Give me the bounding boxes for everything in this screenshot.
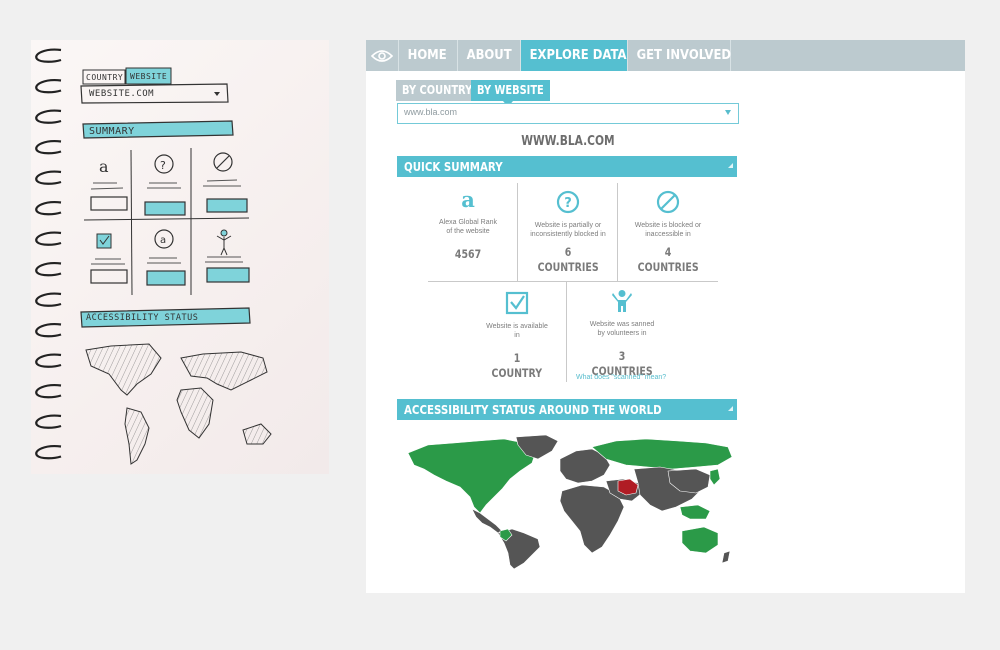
- site-title: WWW.BLA.COM: [397, 133, 739, 149]
- blocked-circle-icon: [656, 190, 680, 214]
- summary-desc: in: [514, 332, 520, 339]
- tab-by-website-label: BY WEBSITE: [477, 83, 544, 97]
- summary-desc: Website is partially or: [534, 222, 602, 229]
- summary-value-text: 4: [664, 245, 672, 259]
- sketch-notebook: a ? a COUNTRY WEBSITE WEBSITE.COM SUMMAR…: [31, 40, 329, 474]
- map-region-central-america: [471, 508, 503, 534]
- volunteer-person-icon: [612, 290, 632, 312]
- website-select-value: www.bla.com: [404, 107, 458, 117]
- sketch-input-value: WEBSITE.COM: [89, 89, 155, 99]
- sketch-summary-label: SUMMARY: [89, 126, 135, 137]
- summary-value-text: 3: [618, 349, 626, 363]
- spiral-ring: [35, 323, 62, 338]
- svg-text:a: a: [99, 157, 109, 176]
- summary-partially-blocked: ? Website is partially or inconsistently…: [518, 190, 618, 275]
- summary-unit: COUNTRIES: [618, 260, 718, 275]
- summary-desc: inconsistently blocked in: [530, 231, 606, 238]
- summary-desc: by volunteers in: [597, 330, 647, 337]
- summary-desc: inaccessible in: [645, 231, 691, 238]
- spiral-ring: [35, 109, 62, 124]
- spiral-ring: [35, 231, 62, 246]
- map-region-north-america: [407, 438, 537, 514]
- spiral-ring: [35, 353, 62, 368]
- summary-unit-text: COUNTRY: [491, 366, 543, 380]
- spiral-ring: [35, 292, 62, 307]
- map-region-new-zealand: [721, 550, 731, 564]
- accessibility-title: ACCESSIBILITY STATUS AROUND THE WORLD: [404, 402, 662, 417]
- summary-desc: of the website: [446, 228, 490, 235]
- summary-blocked: Website is blocked or inaccessible in 4 …: [618, 190, 718, 275]
- amazon-icon: a: [461, 187, 475, 212]
- website-select[interactable]: www.bla.com: [397, 103, 739, 124]
- spiral-ring: [35, 201, 62, 216]
- spiral-ring: [35, 384, 62, 399]
- tab-by-country-label: BY COUNTRY: [402, 83, 473, 97]
- sketch-tab-website: WEBSITE: [130, 72, 168, 81]
- summary-value: 1: [467, 351, 567, 366]
- tab-by-website[interactable]: BY WEBSITE: [471, 80, 550, 101]
- summary-desc: Website is blocked or: [634, 222, 702, 229]
- summary-value-text: 4567: [454, 247, 482, 261]
- spiral-ring: [35, 445, 62, 460]
- nav-get-involved-label: GET INVOLVED: [636, 47, 732, 63]
- summary-desc: Website was sanned: [589, 321, 655, 328]
- sketch-drawing: a ? a: [35, 48, 272, 465]
- chevron-down-icon: [725, 110, 731, 115]
- divider: [428, 281, 718, 282]
- spiral-ring: [35, 262, 62, 277]
- world-map[interactable]: [406, 435, 736, 570]
- scanned-help-link[interactable]: What does "scanned" mean?: [576, 374, 666, 381]
- nav-about[interactable]: ABOUT: [458, 40, 521, 71]
- map-region-russia: [591, 438, 733, 470]
- sketch-tab-country: COUNTRY: [86, 73, 124, 82]
- question-circle-icon: ?: [556, 190, 580, 214]
- summary-value-text: 6: [564, 245, 572, 259]
- svg-text:a: a: [160, 235, 166, 246]
- app-panel: HOME ABOUT EXPLORE DATA GET INVOLVED BY …: [366, 40, 965, 593]
- svg-text:?: ?: [160, 159, 166, 172]
- summary-unit: COUNTRY: [467, 366, 567, 381]
- spiral-ring: [35, 140, 62, 155]
- nav-explore-data-label: EXPLORE DATA: [529, 47, 627, 63]
- nav-get-involved[interactable]: GET INVOLVED: [628, 40, 731, 71]
- summary-alexa-rank: a Alexa Global Rank of the website 4567: [418, 187, 518, 262]
- quick-summary-header[interactable]: QUICK SUMMARY: [397, 156, 737, 177]
- checkbox-checked-icon: [505, 291, 529, 315]
- summary-scanned: Website was sanned by volunteers in 3 CO…: [572, 289, 672, 379]
- summary-unit-text: COUNTRIES: [537, 260, 599, 274]
- summary-value: 4567: [418, 247, 518, 262]
- summary-desc: Alexa Global Rank: [439, 219, 497, 226]
- map-region-southeast-asia: [679, 504, 711, 520]
- summary-value: 6: [518, 245, 618, 260]
- svg-text:?: ?: [564, 196, 572, 211]
- spiral-ring: [35, 79, 62, 94]
- collapse-icon: [728, 163, 733, 168]
- map-region-australia: [681, 526, 719, 554]
- accessibility-header[interactable]: ACCESSIBILITY STATUS AROUND THE WORLD: [397, 399, 737, 420]
- spiral-ring: [35, 48, 62, 63]
- summary-unit: COUNTRIES: [518, 260, 618, 275]
- nav-home-label: HOME: [407, 47, 447, 63]
- spiral-ring: [35, 414, 62, 429]
- nav-home[interactable]: HOME: [399, 40, 458, 71]
- collapse-icon: [728, 406, 733, 411]
- summary-value: 4: [618, 245, 718, 260]
- summary-unit-text: COUNTRIES: [637, 260, 699, 274]
- spiral-ring: [35, 170, 62, 185]
- tab-by-country[interactable]: BY COUNTRY: [396, 80, 473, 101]
- summary-value-text: 1: [513, 351, 521, 365]
- eye-icon[interactable]: [366, 40, 399, 71]
- sketch-accessibility-label: ACCESSIBILITY STATUS: [86, 313, 199, 323]
- nav-explore-data[interactable]: EXPLORE DATA: [521, 40, 628, 71]
- summary-desc: Website is available: [486, 323, 548, 330]
- site-title-text: WWW.BLA.COM: [521, 134, 615, 149]
- summary-value: 3: [572, 349, 672, 364]
- top-navigation: HOME ABOUT EXPLORE DATA GET INVOLVED: [366, 40, 965, 71]
- nav-about-label: ABOUT: [466, 47, 512, 63]
- quick-summary-title: QUICK SUMMARY: [404, 159, 503, 174]
- summary-available: Website is available in 1 COUNTRY: [467, 291, 567, 381]
- map-region-japan: [709, 468, 721, 486]
- map-region-iran: [617, 478, 639, 496]
